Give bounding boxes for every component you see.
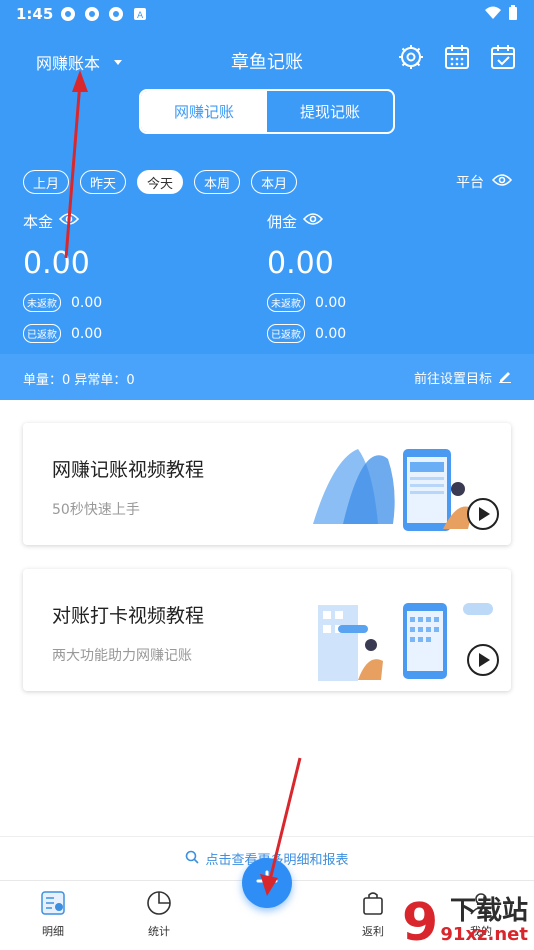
- watermark-url: 91xz.net: [440, 924, 528, 945]
- chip-yesterday[interactable]: 昨天: [80, 170, 127, 194]
- list-icon: [39, 889, 67, 917]
- battery-icon: [508, 5, 518, 25]
- chip-this-month[interactable]: 本月: [251, 170, 298, 194]
- tab-label: 返利: [362, 925, 384, 938]
- wifi-icon: [484, 6, 502, 24]
- eye-icon[interactable]: [58, 212, 80, 230]
- order-count-text: 单量：0 异常单：0: [23, 373, 135, 388]
- phone-illustration: [313, 449, 499, 531]
- returned-tag: 已返款: [267, 324, 305, 343]
- tab-details[interactable]: 明细: [23, 889, 83, 939]
- card-subtitle: 50秒快速上手: [52, 502, 140, 518]
- status-time: 1:45: [16, 5, 54, 23]
- principal-section: 本金 0.00 未返款 0.00 已返款 0.00: [23, 210, 102, 343]
- card-subtitle: 两大功能助力网赚记账: [52, 648, 192, 664]
- app-icon: [108, 6, 124, 22]
- tab-rebate[interactable]: 返利: [343, 889, 403, 939]
- commission-value: 0.00: [267, 246, 334, 281]
- tutorial-card-online-earning[interactable]: 网赚记账视频教程 50秒快速上手: [23, 423, 511, 545]
- principal-returned-value: 0.00: [71, 325, 103, 342]
- eye-icon[interactable]: [302, 212, 324, 230]
- tab-label: 明细: [42, 925, 64, 938]
- set-goal-link[interactable]: 前往设置目标: [414, 368, 512, 387]
- pencil-icon: [498, 369, 512, 387]
- card-title: 对账打卡视频教程: [52, 605, 205, 627]
- status-bar: 1:45 A: [0, 0, 534, 28]
- commission-section: 佣金 0.00 未返款 0.00 已返款 0.00: [267, 210, 346, 343]
- calendar-check-icon[interactable]: [490, 44, 516, 70]
- calendar-illustration: [318, 603, 499, 681]
- tab-withdrawal-record[interactable]: 提现记账: [267, 91, 393, 132]
- platform-toggle[interactable]: 平台: [456, 172, 513, 192]
- search-icon: [185, 850, 200, 868]
- chip-this-week[interactable]: 本周: [194, 170, 241, 194]
- a-icon: A: [132, 6, 148, 22]
- watermark-text: 下载站: [449, 896, 528, 926]
- principal-unreturned-value: 0.00: [71, 294, 103, 311]
- gear-icon[interactable]: [398, 44, 424, 70]
- commission-unreturned-value: 0.00: [315, 294, 347, 311]
- platform-label: 平台: [456, 175, 484, 191]
- principal-label: 本金: [23, 212, 54, 231]
- add-record-button[interactable]: [242, 858, 292, 908]
- commission-label: 佣金: [267, 212, 298, 231]
- unreturned-tag: 未返款: [23, 293, 61, 312]
- tutorial-card-reconcile[interactable]: 对账打卡视频教程 两大功能助力网赚记账: [23, 569, 511, 691]
- eye-icon: [491, 173, 513, 191]
- app-icon: [60, 6, 76, 22]
- shopping-bag-icon: [359, 889, 387, 917]
- chip-today[interactable]: 今天: [137, 170, 184, 194]
- order-summary-strip: 单量：0 异常单：0 前往设置目标: [0, 354, 534, 400]
- returned-tag: 已返款: [23, 324, 61, 343]
- unreturned-tag: 未返款: [267, 293, 305, 312]
- record-type-toggle: 网赚记账 提现记账: [139, 89, 395, 134]
- svg-text:9: 9: [402, 893, 438, 948]
- date-range-chips: 上月 昨天 今天 本周 本月: [23, 170, 298, 194]
- app-icon: [84, 6, 100, 22]
- tab-label: 统计: [148, 925, 170, 938]
- tab-statistics[interactable]: 统计: [129, 889, 189, 939]
- tab-online-earning-record[interactable]: 网赚记账: [141, 91, 267, 132]
- chip-last-month[interactable]: 上月: [23, 170, 70, 194]
- pie-chart-icon: [145, 889, 173, 917]
- principal-value: 0.00: [23, 246, 90, 281]
- card-title: 网赚记账视频教程: [52, 459, 205, 481]
- set-goal-label: 前往设置目标: [413, 372, 492, 387]
- svg-text:A: A: [137, 11, 144, 21]
- calendar-icon[interactable]: [444, 44, 470, 70]
- plus-icon: [256, 870, 278, 896]
- commission-returned-value: 0.00: [315, 325, 347, 342]
